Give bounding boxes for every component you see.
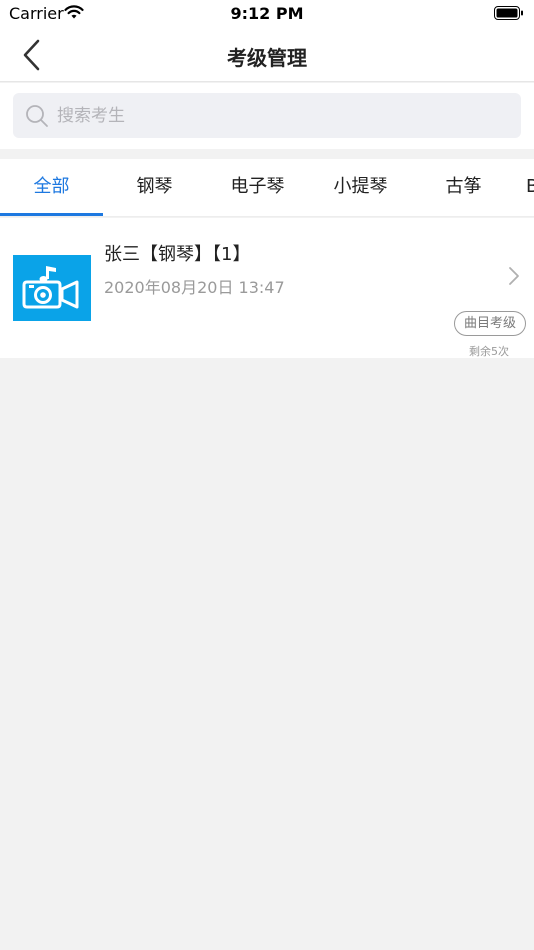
tab-indicator (0, 213, 103, 216)
candidate-name: 张三【钢琴】【1】 (104, 244, 251, 265)
chevron-right-icon (508, 266, 520, 290)
tab-electronic-keyboard[interactable]: 电子琴 (206, 159, 309, 216)
tab-piano[interactable]: 钢琴 (103, 159, 206, 216)
status-bar: Carrier 9:12 PM (0, 0, 534, 28)
tab-all[interactable]: 全部 (0, 159, 103, 216)
clock: 9:12 PM (230, 4, 304, 23)
tab-more[interactable]: B (526, 159, 534, 216)
category-tabs: 全部 钢琴 电子琴 小提琴 古筝 B (0, 159, 534, 217)
tab-violin[interactable]: 小提琴 (309, 159, 412, 216)
search-input[interactable] (57, 93, 497, 138)
page-title: 考级管理 (227, 46, 307, 70)
exam-type-badge: 曲目考级 (453, 311, 526, 336)
search-section (0, 83, 534, 149)
battery-icon (494, 6, 524, 25)
video-camera-music-icon (13, 255, 91, 321)
exam-date: 2020年08月20日 13:47 (104, 278, 285, 297)
navigation-bar: 考级管理 (0, 28, 534, 82)
candidate-list: 张三【钢琴】【1】 2020年08月20日 13:47 曲目考级 剩余5次 (0, 218, 534, 358)
remaining-count: 剩余5次 (469, 345, 509, 358)
search-icon (25, 104, 49, 132)
tab-guzheng[interactable]: 古筝 (412, 159, 515, 216)
search-box[interactable] (13, 93, 521, 138)
